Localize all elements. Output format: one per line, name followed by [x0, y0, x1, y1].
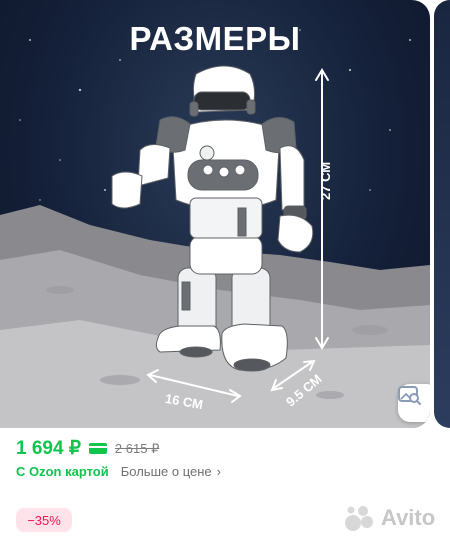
product-image[interactable]: РАЗМЕРЫ 27 СМ 16 СМ 9.5 СМ: [0, 0, 430, 428]
image-search-icon: [398, 386, 421, 405]
image-headline: РАЗМЕРЫ: [129, 20, 301, 57]
avito-watermark: Avito: [343, 503, 435, 533]
more-about-price-label: Больше о цене: [120, 464, 212, 479]
ozon-card-row: С Ozon картой Больше о цене ›: [16, 464, 221, 479]
price-row: 1 694 ₽ 2 615 ₽: [16, 437, 159, 460]
robot-illustration: [0, 29, 430, 428]
old-price: 2 615 ₽: [114, 440, 160, 456]
watermark-text: Avito: [381, 505, 436, 530]
current-price: 1 694 ₽: [16, 438, 81, 459]
product-page: РАЗМЕРЫ 27 СМ 16 СМ 9.5 СМ 1 694 ₽ 2 615…: [0, 0, 450, 540]
discount-badge: −35%: [16, 508, 72, 532]
next-image-preview[interactable]: [434, 0, 450, 428]
image-search-button[interactable]: [398, 384, 430, 422]
ozon-card-label: С Ozon картой: [16, 464, 109, 479]
height-label: 27 СМ: [318, 161, 333, 200]
chevron-right-icon: ›: [216, 464, 221, 479]
card-icon: [88, 443, 107, 454]
avito-logo-icon: [345, 506, 373, 531]
more-about-price-link[interactable]: Больше о цене ›: [121, 464, 221, 479]
